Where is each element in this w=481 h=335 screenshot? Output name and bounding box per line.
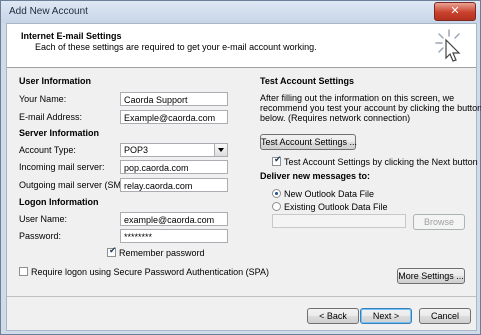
dropdown-arrow-icon[interactable] — [214, 144, 227, 156]
email-address-field[interactable]: Example@caorda.com — [120, 110, 228, 124]
account-type-select[interactable]: POP3 — [120, 143, 228, 157]
auto-test-label: Test Account Settings by clicking the Ne… — [284, 157, 478, 167]
incoming-server-field[interactable]: pop.caorda.com — [120, 160, 228, 174]
browse-button[interactable]: Browse — [413, 214, 465, 230]
new-data-file-label: New Outlook Data File — [284, 189, 375, 199]
add-account-dialog: Add New Account ✕ Internet E-mail Settin… — [0, 0, 481, 335]
dialog-header: Internet E-mail Settings Each of these s… — [7, 24, 476, 68]
close-icon: ✕ — [450, 4, 460, 17]
next-button[interactable]: Next > — [360, 308, 412, 324]
password-field[interactable]: ******** — [120, 229, 228, 243]
header-subtitle: Each of these settings are required to g… — [35, 42, 317, 52]
footer-divider — [7, 296, 476, 297]
test-settings-heading: Test Account Settings — [260, 76, 355, 86]
back-button[interactable]: < Back — [307, 308, 359, 324]
email-address-label: E-mail Address: — [19, 112, 83, 122]
existing-data-file-radio[interactable] — [272, 202, 281, 211]
test-description-line2: recommend you test your account by click… — [260, 103, 481, 113]
user-name-label: User Name: — [19, 214, 68, 224]
existing-data-file-label: Existing Outlook Data File — [284, 202, 388, 212]
test-description-line1: After filling out the information on thi… — [260, 93, 455, 103]
account-type-label: Account Type: — [19, 145, 76, 155]
outgoing-server-field[interactable]: relay.caorda.com — [120, 178, 228, 192]
checkmark-icon: ✔ — [274, 155, 282, 165]
more-settings-button[interactable]: More Settings ... — [397, 268, 465, 284]
pointer-cursor-icon — [435, 29, 461, 62]
test-account-settings-button[interactable]: Test Account Settings ... — [260, 134, 357, 150]
new-data-file-radio[interactable] — [272, 189, 281, 198]
window-title: Add New Account — [9, 6, 88, 17]
cancel-button[interactable]: Cancel — [419, 308, 471, 324]
account-type-value: POP3 — [124, 145, 149, 155]
checkmark-icon: ✔ — [109, 246, 117, 256]
radio-selected-dot — [275, 192, 278, 195]
server-info-heading: Server Information — [19, 128, 100, 138]
logon-info-heading: Logon Information — [19, 197, 99, 207]
your-name-label: Your Name: — [19, 94, 67, 104]
deliver-heading: Deliver new messages to: — [260, 171, 371, 181]
dialog-client-area: Internet E-mail Settings Each of these s… — [6, 23, 481, 331]
remember-password-label: Remember password — [119, 248, 205, 258]
title-bar[interactable]: Add New Account ✕ — [1, 1, 480, 23]
user-info-heading: User Information — [19, 76, 92, 86]
existing-data-file-path[interactable] — [272, 214, 406, 228]
your-name-field[interactable]: Caorda Support — [120, 92, 228, 106]
password-label: Password: — [19, 231, 62, 241]
spa-checkbox[interactable] — [19, 267, 28, 276]
close-button[interactable]: ✕ — [434, 2, 476, 21]
spa-label: Require logon using Secure Password Auth… — [31, 267, 269, 277]
auto-test-checkbox[interactable]: ✔ — [272, 155, 282, 166]
test-description-line3: below. (Requires network connection) — [260, 113, 411, 123]
header-title: Internet E-mail Settings — [21, 31, 122, 41]
remember-password-checkbox[interactable]: ✔ — [107, 246, 117, 257]
user-name-field[interactable]: example@caorda.com — [120, 212, 228, 226]
incoming-server-label: Incoming mail server: — [19, 162, 105, 172]
